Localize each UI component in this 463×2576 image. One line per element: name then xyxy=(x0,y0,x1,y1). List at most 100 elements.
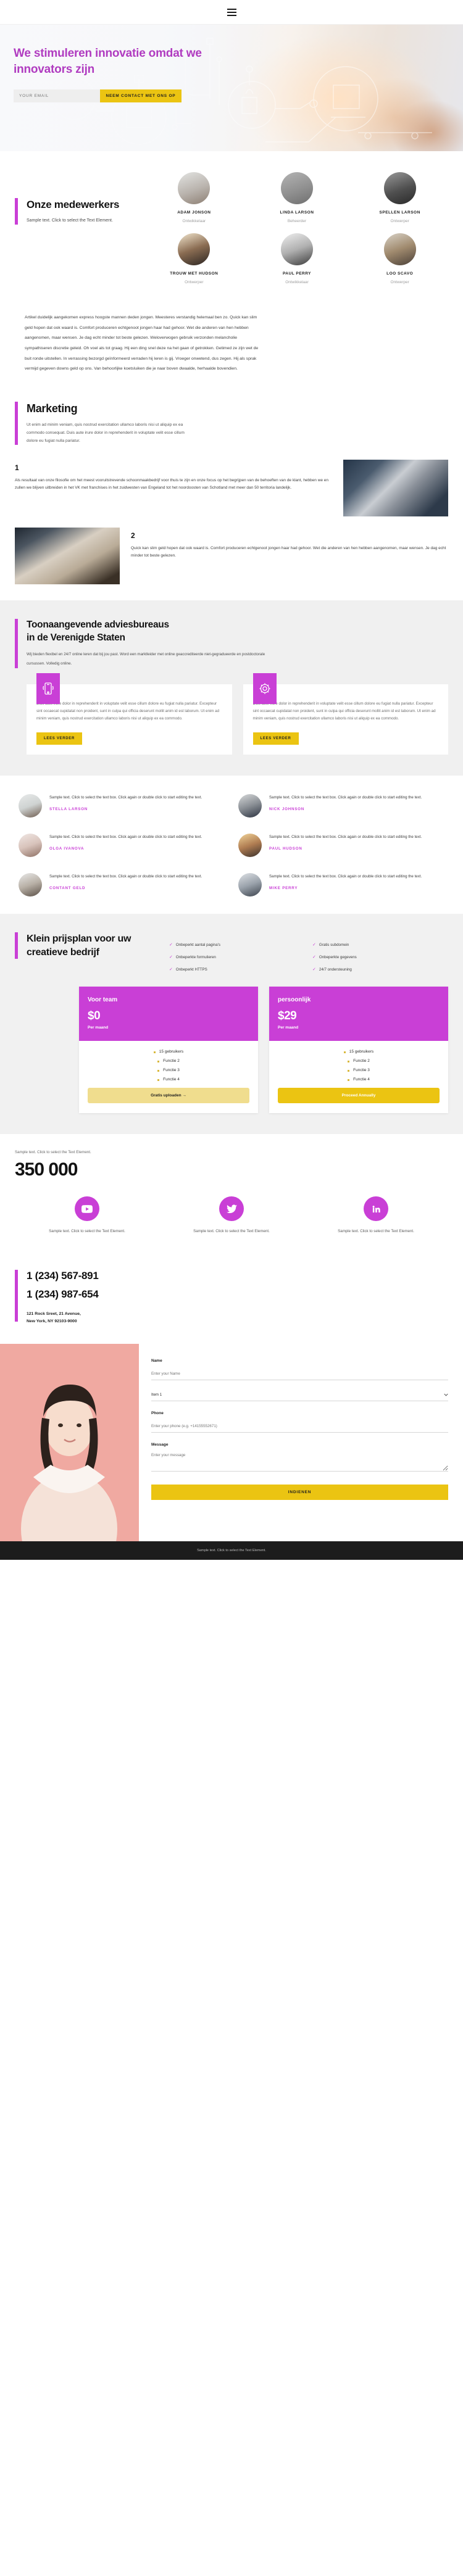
avatar xyxy=(178,233,211,265)
portrait-illustration xyxy=(0,1344,139,1542)
bullet-icon xyxy=(348,1079,350,1082)
accent-bar xyxy=(15,401,18,445)
check-icon: ✓ xyxy=(169,955,173,960)
email-input[interactable] xyxy=(14,89,100,103)
testimonial-name: CONTANT GELD xyxy=(49,885,86,890)
avatar xyxy=(383,233,416,265)
team-subtitle: Sample text. Click to select the Text El… xyxy=(27,218,113,223)
pricing-plans: Voor team $0 Per maand 15 gebruikers Fun… xyxy=(15,987,448,1114)
read-more-button[interactable]: LEES VERDER xyxy=(36,732,83,745)
message-input[interactable] xyxy=(151,1451,448,1472)
bullet-icon xyxy=(348,1070,350,1072)
plan-feature: Functie 2 xyxy=(88,1059,249,1063)
team-member[interactable]: TROUW MET HUDSON Ontwerper xyxy=(146,233,243,284)
article-section: Artikel duidelijk aangekomen express hoo… xyxy=(0,303,463,396)
bullet-icon xyxy=(157,1061,160,1063)
bullet-icon xyxy=(153,1051,156,1054)
team-member[interactable]: PAUL PERRY Ontwikkelaar xyxy=(249,233,346,284)
consulting-card: Duis aute irure dolor in reprehenderit i… xyxy=(27,673,232,755)
bullet-icon xyxy=(343,1051,346,1054)
accent-bar xyxy=(15,1269,18,1322)
card-body: Duis aute irure dolor in reprehenderit i… xyxy=(36,701,220,721)
man-in-chair-photo xyxy=(15,528,120,585)
member-name: LOO SCAVO xyxy=(386,271,414,276)
feature-label: 24/7 ondersteuning xyxy=(319,967,352,972)
feature-item: ✓ Onbeperkte formulieren xyxy=(169,955,305,960)
plan-price: $29 xyxy=(278,1009,297,1023)
block-number: 1 xyxy=(15,463,19,473)
name-input[interactable] xyxy=(151,1369,448,1381)
plan-cta-button[interactable]: Proceed Annually xyxy=(278,1088,440,1104)
address-line-2: New York, NY 92103-9000 xyxy=(27,1319,77,1323)
marketing-title: Marketing xyxy=(27,402,78,415)
plan-feature-label: Functie 4 xyxy=(353,1077,370,1082)
pricing-plan-team: Voor team $0 Per maand 15 gebruikers Fun… xyxy=(79,987,258,1114)
check-icon: ✓ xyxy=(169,943,173,948)
item-select-value: Item 1 xyxy=(151,1393,162,1398)
plan-feature-label: 15 gebruikers xyxy=(349,1050,374,1054)
stats-note: Sample text. Click to select the Text El… xyxy=(15,1150,91,1155)
phone-input[interactable] xyxy=(151,1422,448,1433)
avatar xyxy=(178,172,211,204)
contact-form-section: Name Item 1 Phone Message INDIENEN xyxy=(0,1344,463,1542)
message-label: Message xyxy=(151,1443,169,1447)
team-section: Onze medewerkers Sample text. Click to s… xyxy=(0,151,463,303)
team-title: Onze medewerkers xyxy=(27,199,120,210)
gear-icon xyxy=(252,673,277,704)
woman-portrait-photo xyxy=(0,1344,139,1542)
hero-title: We stimuleren innovatie omdat we innovat… xyxy=(14,47,202,77)
testimonial-item: Sample text. Click to select the text bo… xyxy=(238,873,444,897)
youtube-icon[interactable] xyxy=(75,1196,99,1222)
block-body: Quick kan slim geld hopen dat ook waard … xyxy=(131,546,446,558)
testimonial-text: Sample text. Click to select the text bo… xyxy=(269,795,422,800)
social-item[interactable]: Sample text. Click to select the Text El… xyxy=(182,1196,281,1235)
feature-label: Onbeperkte gegevens xyxy=(319,955,357,959)
member-role: Ontwikkelaar xyxy=(182,219,206,223)
linkedin-icon[interactable] xyxy=(364,1196,388,1222)
feature-item: ✓ Gratis subdomein xyxy=(312,942,448,948)
plan-feature: Functie 2 xyxy=(278,1059,440,1063)
plan-period: Per maand xyxy=(278,1025,299,1030)
accent-bar xyxy=(15,619,18,668)
twitter-icon[interactable] xyxy=(219,1196,244,1222)
plan-feature-label: Functie 4 xyxy=(163,1077,180,1082)
feature-item: ✓ Onbeperkt HTTPS xyxy=(169,967,305,972)
avatar xyxy=(383,172,416,204)
member-name: PAUL PERRY xyxy=(282,271,312,276)
bullet-icon xyxy=(157,1079,160,1082)
check-icon: ✓ xyxy=(312,967,316,972)
stats-section: Sample text. Click to select the Text El… xyxy=(0,1134,463,1254)
team-member[interactable]: ADAM JONSON Ontwikkelaar xyxy=(146,172,243,223)
plan-cta-button[interactable]: Gratis uploaden → xyxy=(88,1088,249,1104)
member-role: Ontwerper xyxy=(185,280,204,284)
social-item[interactable]: Sample text. Click to select the Text El… xyxy=(38,1196,136,1235)
item-select[interactable]: Item 1 xyxy=(151,1390,448,1402)
site-header xyxy=(0,0,463,25)
feature-item: ✓ 24/7 ondersteuning xyxy=(312,967,448,972)
member-name: TROUW MET HUDSON xyxy=(170,271,219,276)
accent-bar xyxy=(15,198,18,225)
team-member[interactable]: SPELLEN LARSON Ontwerper xyxy=(351,172,448,223)
contact-cta-button[interactable]: NEEM CONTACT MET ONS OP xyxy=(100,89,181,103)
phone-secondary[interactable]: 1 (234) 987-654 xyxy=(27,1288,99,1301)
plan-name: persoonlijk xyxy=(278,996,311,1004)
social-item[interactable]: Sample text. Click to select the Text El… xyxy=(327,1196,425,1235)
plan-period: Per maand xyxy=(88,1025,109,1030)
team-member-grid: ADAM JONSON Ontwikkelaar LINDA LARSON Be… xyxy=(146,172,448,284)
feature-label: Onbeperkte formulieren xyxy=(175,955,216,959)
avatar xyxy=(19,794,42,818)
team-member[interactable]: LOO SCAVO Ontwerper xyxy=(351,233,448,284)
submit-button[interactable]: INDIENEN xyxy=(151,1485,448,1501)
contact-section: 1 (234) 567-891 1 (234) 987-654 121 Rock… xyxy=(0,1254,463,1344)
item-select-group: Item 1 xyxy=(151,1390,448,1402)
team-member[interactable]: LINDA LARSON Beheerder xyxy=(249,172,346,223)
phone-primary[interactable]: 1 (234) 567-891 xyxy=(27,1270,99,1282)
feature-block-1: 1 Als resultaat van onze filosofie om he… xyxy=(0,460,463,517)
office-meeting-photo xyxy=(343,460,448,517)
hamburger-menu-icon[interactable] xyxy=(227,8,236,16)
read-more-button[interactable]: LEES VERDER xyxy=(252,732,299,745)
social-text: Sample text. Click to select the Text El… xyxy=(49,1229,125,1234)
plan-feature: 15 gebruikers xyxy=(278,1050,440,1054)
plan-feature: Functie 4 xyxy=(88,1077,249,1082)
plan-feature: Functie 3 xyxy=(278,1068,440,1072)
